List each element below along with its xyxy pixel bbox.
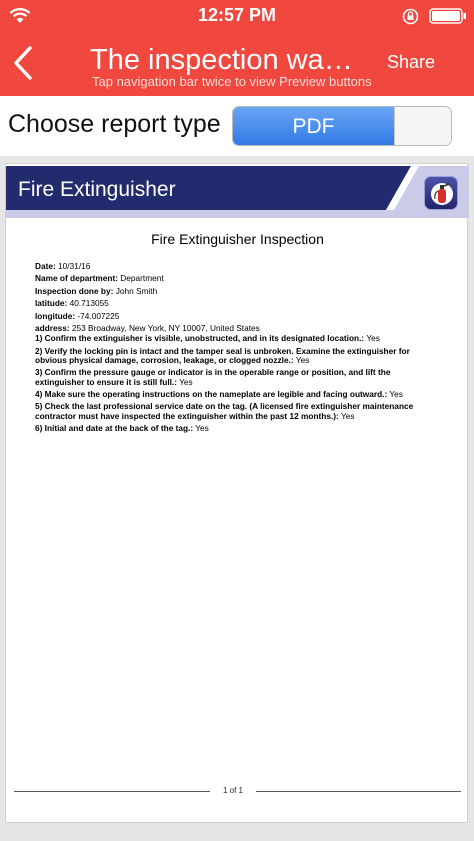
field-value: 253 Broadway, New York, NY 10007, United… bbox=[71, 323, 260, 334]
segment-other[interactable] bbox=[394, 107, 451, 145]
question-5: 5) Check the last professional service d… bbox=[35, 401, 435, 421]
field-value: John Smith bbox=[115, 285, 158, 296]
document-banner: Fire Extinguisher bbox=[6, 166, 469, 218]
question-label: 4) Make sure the operating instructions … bbox=[35, 388, 388, 399]
nav-title: The inspection wa… bbox=[90, 44, 353, 76]
field-label: Name of department: bbox=[35, 273, 118, 284]
field-label: latitude: bbox=[35, 298, 68, 309]
question-answer: Yes bbox=[340, 410, 355, 421]
question-3: 3) Confirm the pressure gauge or indicat… bbox=[35, 368, 435, 387]
field-value: 10/31/16 bbox=[58, 261, 91, 271]
field-label: Date: bbox=[35, 261, 56, 271]
field-date: Date: 10/31/16 bbox=[35, 260, 435, 272]
inspection-fields: Date: 10/31/16 Name of department: Depar… bbox=[35, 260, 435, 436]
field-value: Department bbox=[120, 273, 164, 284]
question-answer: Yes bbox=[295, 355, 310, 366]
status-bar: 12:57 PM bbox=[0, 0, 474, 32]
nav-hint: Tap navigation bar twice to view Preview… bbox=[92, 74, 372, 89]
document-banner-title: Fire Extinguisher bbox=[18, 178, 176, 201]
field-department: Name of department: Department bbox=[35, 272, 435, 284]
question-1: 1) Confirm the extinguisher is visible, … bbox=[35, 334, 435, 343]
question-label: 2) Verify the locking pin is intact and … bbox=[35, 345, 410, 366]
footer-divider-left bbox=[14, 791, 210, 792]
question-2: 2) Verify the locking pin is intact and … bbox=[35, 345, 435, 366]
fire-extinguisher-icon bbox=[424, 176, 458, 210]
footer-divider-right bbox=[256, 791, 461, 792]
question-answer: Yes bbox=[195, 422, 209, 433]
question-label: 5) Check the last professional service d… bbox=[35, 401, 414, 421]
field-inspector: Inspection done by: John Smith bbox=[35, 285, 435, 297]
rotation-lock-icon bbox=[402, 8, 419, 25]
question-label: 1) Confirm the extinguisher is visible, … bbox=[35, 333, 365, 344]
back-chevron-icon[interactable] bbox=[8, 44, 38, 82]
top-bar: 12:57 PM The inspection wa… Share Tap na… bbox=[0, 0, 474, 96]
question-answer: Yes bbox=[389, 388, 403, 399]
battery-icon bbox=[429, 8, 466, 24]
question-4: 4) Make sure the operating instructions … bbox=[35, 388, 435, 399]
question-label: 3) Confirm the pressure gauge or indicat… bbox=[35, 367, 391, 387]
question-6: 6) Initial and date at the back of the t… bbox=[35, 422, 435, 433]
inspection-title: Fire Extinguisher Inspection bbox=[151, 231, 324, 247]
field-label: Inspection done by: bbox=[35, 285, 114, 296]
question-answer: Yes bbox=[179, 376, 193, 387]
navigation-bar[interactable]: The inspection wa… Share Tap navigation … bbox=[0, 36, 474, 96]
share-button[interactable]: Share bbox=[387, 52, 435, 73]
field-value: -74.007225 bbox=[77, 310, 120, 321]
pdf-preview-page[interactable]: Fire Extinguisher Fire Extinguisher Insp… bbox=[5, 163, 469, 823]
field-latitude: latitude: 40.713055 bbox=[35, 297, 435, 309]
field-label: address: bbox=[35, 323, 70, 334]
report-type-segmented-control[interactable]: PDF bbox=[232, 106, 452, 146]
field-longitude: longitude: -74.007225 bbox=[35, 310, 435, 322]
report-type-label: Choose report type bbox=[8, 110, 221, 138]
field-label: longitude: bbox=[35, 310, 76, 321]
page-indicator: 1 of 1 bbox=[222, 786, 243, 795]
question-label: 6) Initial and date at the back of the t… bbox=[35, 422, 194, 433]
question-answer: Yes bbox=[366, 333, 380, 344]
segment-pdf[interactable]: PDF bbox=[233, 107, 394, 145]
field-value: 40.713055 bbox=[69, 298, 109, 309]
